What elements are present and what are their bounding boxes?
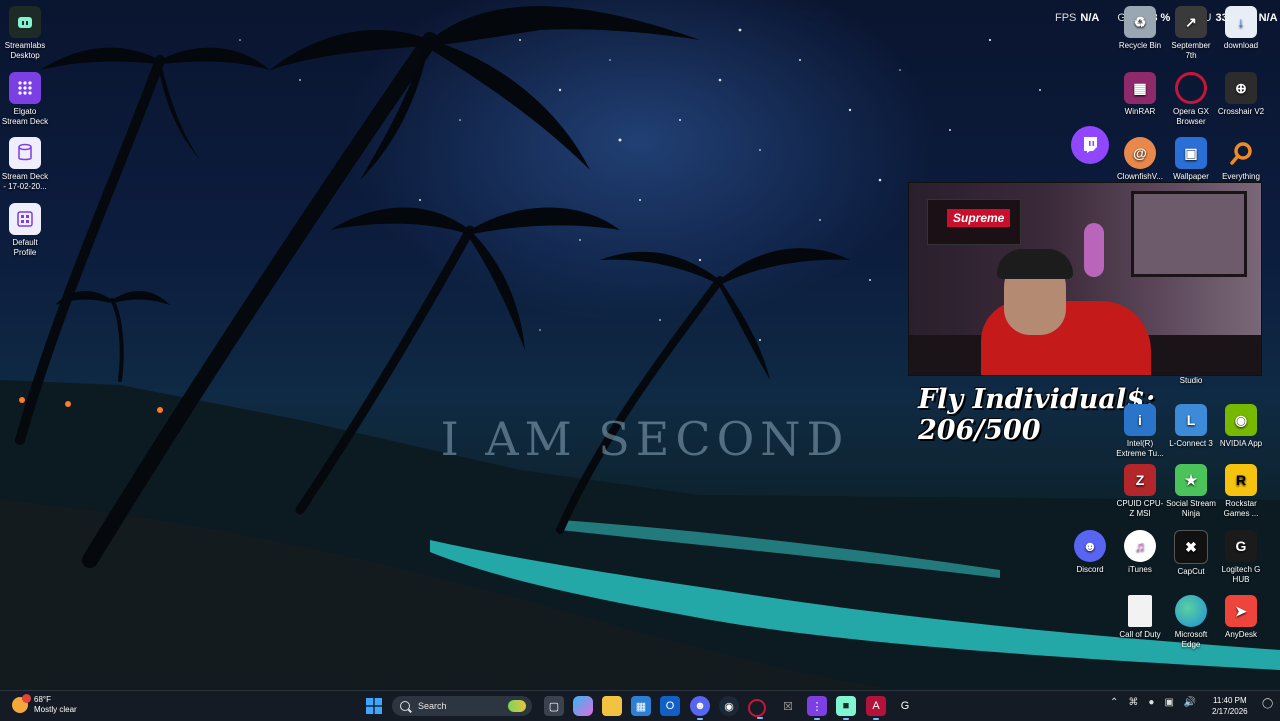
nvidia-icon: ◉	[1225, 404, 1257, 436]
desktop-icon-wallpaper[interactable]: ▣ Wallpaper	[1166, 137, 1216, 182]
webcam-overlay: Supreme	[908, 182, 1262, 376]
rockstar-icon: R	[1225, 464, 1257, 496]
start-button[interactable]	[364, 696, 384, 716]
desktop-icon-anydesk[interactable]: ➤ AnyDesk	[1216, 595, 1266, 640]
copilot-icon[interactable]	[573, 696, 593, 716]
desktop-icon-ghub[interactable]: G Logitech G HUB	[1216, 530, 1266, 585]
weather-temp: 68°F	[34, 695, 51, 704]
file-explorer-icon[interactable]	[602, 696, 622, 716]
search-icon	[400, 701, 410, 711]
task-view-icon[interactable]: ▢	[544, 696, 564, 716]
steam-icon[interactable]: ◉	[719, 696, 739, 716]
desktop-icon-clownfish[interactable]: @ ClownfishV...	[1115, 137, 1165, 182]
cam-supreme-sign: Supreme	[947, 209, 1011, 227]
crosshair-icon: ⊕	[1225, 72, 1257, 104]
fps-readout: FPS N/A	[1055, 12, 1100, 24]
microsoft-store-icon[interactable]: ▦	[631, 696, 651, 716]
desktop-icon-streamlabs[interactable]: Streamlabs Desktop	[0, 6, 50, 61]
chevron-up-icon[interactable]: ⌃	[1110, 697, 1118, 708]
volume-icon[interactable]: 🔊	[1184, 697, 1196, 708]
notification-bell-icon[interactable]: ◯	[1262, 698, 1273, 709]
microphone-icon[interactable]: ●	[1148, 697, 1154, 708]
windows-icon	[366, 698, 382, 714]
desktop-icon-capcut[interactable]: ✖ CapCut	[1166, 530, 1216, 577]
desktop-icon-call-of-duty[interactable]: Call of Duty	[1115, 595, 1165, 640]
capcut-icon: ✖	[1174, 530, 1208, 564]
cpuz-icon: Z	[1124, 464, 1156, 496]
stream-deck-icon	[9, 72, 41, 104]
search-placeholder: Search	[418, 701, 447, 711]
desktop-icon-september-7th[interactable]: ↗ September 7th	[1166, 6, 1216, 61]
discord-taskbar-icon[interactable]: ☻	[690, 696, 710, 720]
twitch-icon	[1071, 126, 1109, 164]
desktop-icon-elgato[interactable]: Elgato Stream Deck	[0, 72, 50, 127]
desktop-icon-twitch[interactable]	[1065, 126, 1115, 167]
search-highlight-icon	[508, 700, 526, 712]
intel-icon: i	[1124, 404, 1156, 436]
desktop-icon-opera-gx[interactable]: Opera GX Browser	[1166, 72, 1216, 127]
streamlabs-icon	[9, 6, 41, 38]
clock[interactable]: 11:40 PM 2/17/2026	[1212, 695, 1248, 717]
desktop-icon-discord[interactable]: ☻ Discord	[1065, 530, 1115, 575]
desktop-icon-itunes[interactable]: ♫ iTunes	[1115, 530, 1165, 575]
adobe-icon[interactable]: A	[866, 696, 886, 720]
xbox-icon[interactable]: ☒	[778, 696, 798, 716]
weather-sun-icon	[12, 694, 31, 713]
shortcut-icon: ↗	[1175, 6, 1207, 38]
desktop-icon-intel[interactable]: i Intel(R) Extreme Tu...	[1115, 404, 1165, 459]
cam-neon-figure	[1084, 223, 1104, 277]
desktop-icon-winrar[interactable]: ▦ WinRAR	[1115, 72, 1165, 117]
desktop-icon-recycle-bin[interactable]: ♻ Recycle Bin	[1115, 6, 1165, 51]
file-icon	[9, 137, 41, 169]
lconnect-icon: L	[1175, 404, 1207, 436]
profile-icon	[9, 203, 41, 235]
desktop-icon-everything[interactable]: Everything	[1216, 137, 1266, 182]
streamlabs-taskbar-icon[interactable]: ■	[836, 696, 856, 720]
itunes-icon: ♫	[1124, 530, 1156, 562]
anydesk-icon: ➤	[1225, 595, 1257, 627]
recycle-bin-icon: ♻	[1124, 6, 1156, 38]
opera-gx-icon	[1175, 72, 1207, 104]
desktop-icon-cpuz[interactable]: Z CPUID CPU-Z MSI	[1115, 464, 1165, 519]
desktop-icon-nvidia[interactable]: ◉ NVIDIA App	[1216, 404, 1266, 449]
cam-cap	[997, 249, 1073, 279]
desktop-icon-crosshair[interactable]: ⊕ Crosshair V2	[1216, 72, 1266, 117]
wallpaper-icon: ▣	[1175, 137, 1207, 169]
winrar-icon: ▦	[1124, 72, 1156, 104]
taskbar: 68°F Mostly clear Search ▢ ▦ O ☻ ◉ ☒ ⋮ ■…	[0, 690, 1280, 721]
download-icon: ↓	[1225, 6, 1257, 38]
desktop-icon-rockstar[interactable]: R Rockstar Games ...	[1216, 464, 1266, 519]
desktop-icon-edge[interactable]: Microsoft Edge	[1166, 595, 1216, 650]
clock-time: 11:40 PM	[1212, 696, 1247, 705]
network-icon[interactable]: ⌘	[1128, 697, 1138, 708]
clownfish-icon: @	[1124, 137, 1156, 169]
taskbar-search[interactable]: Search	[392, 696, 532, 716]
weather-desc: Mostly clear	[34, 705, 77, 714]
desktop-icon-default-profile[interactable]: Default Profile	[0, 203, 50, 258]
desktop-icon-download[interactable]: ↓ download	[1216, 6, 1266, 51]
wallpaper-text: I AM SECOND	[440, 412, 850, 466]
ghub-icon: G	[1225, 530, 1257, 562]
desktop-icon-lconnect[interactable]: L L-Connect 3	[1166, 404, 1216, 449]
notification-badge	[22, 694, 31, 703]
stream-deck-taskbar-icon[interactable]: ⋮	[807, 696, 827, 720]
weather-widget[interactable]: 68°F Mostly clear	[12, 694, 77, 715]
edge-icon	[1175, 595, 1207, 627]
everything-icon	[1225, 137, 1257, 169]
document-icon	[1128, 595, 1152, 627]
clock-date: 2/17/2026	[1212, 707, 1248, 716]
cam-window	[1131, 191, 1247, 277]
desktop-icon-stream-deck-file[interactable]: Stream Deck - 17-02-20...	[0, 137, 50, 192]
discord-icon: ☻	[1074, 530, 1106, 562]
display-icon[interactable]: ▣	[1164, 697, 1173, 708]
ghub-taskbar-icon[interactable]: G	[895, 696, 915, 716]
desktop-icon-social-stream[interactable]: ★ Social Stream Ninja	[1166, 464, 1216, 519]
opera-gx-taskbar-icon[interactable]	[748, 699, 766, 719]
outlook-icon[interactable]: O	[660, 696, 680, 716]
social-stream-icon: ★	[1175, 464, 1207, 496]
system-tray: ⌃ ⌘ ● ▣ 🔊	[1110, 697, 1196, 708]
